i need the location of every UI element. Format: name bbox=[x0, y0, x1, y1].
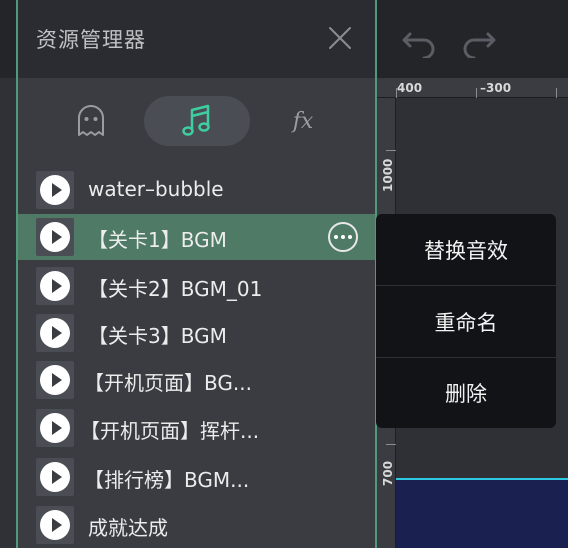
ruler-tick bbox=[556, 88, 557, 98]
resource-tabs: fx bbox=[18, 96, 375, 148]
list-item[interactable]: 【开机页面】BG... bbox=[18, 357, 375, 403]
sound-name: 【关卡3】BGM bbox=[88, 324, 227, 348]
list-item[interactable]: 成就达成 bbox=[18, 502, 375, 548]
dot bbox=[334, 235, 338, 239]
menu-item-delete[interactable]: 删除 bbox=[376, 357, 556, 428]
play-icon bbox=[51, 518, 62, 532]
list-item[interactable]: water–bubble bbox=[18, 167, 375, 213]
sound-context-menu: 替换音效 重命名 删除 bbox=[376, 214, 556, 428]
ruler-label: 400 bbox=[397, 81, 423, 95]
dot bbox=[341, 235, 345, 239]
more-options-button[interactable] bbox=[328, 222, 358, 252]
close-icon[interactable] bbox=[326, 24, 354, 52]
play-button[interactable] bbox=[36, 409, 74, 447]
play-icon bbox=[51, 470, 62, 484]
ruler-tick bbox=[386, 150, 396, 151]
play-button[interactable] bbox=[36, 506, 74, 544]
ruler-tick bbox=[396, 88, 397, 98]
ruler-tick bbox=[386, 444, 396, 445]
play-button[interactable] bbox=[36, 171, 74, 209]
play-icon bbox=[51, 421, 62, 435]
resource-explorer-panel: 资源管理器 fx water–bubble 【关卡1】BGM 【关卡2】BGM_… bbox=[16, 0, 377, 548]
ruler-label: 700 bbox=[381, 460, 395, 486]
list-item[interactable]: 【关卡1】BGM bbox=[18, 214, 375, 260]
play-button[interactable] bbox=[36, 267, 74, 305]
play-button[interactable] bbox=[36, 314, 74, 352]
stage-background bbox=[396, 478, 568, 548]
list-item[interactable]: 【排行榜】BGM... bbox=[18, 454, 375, 500]
panel-title: 资源管理器 bbox=[36, 28, 146, 52]
ghost-icon bbox=[78, 105, 104, 136]
list-item[interactable]: 【开机页面】挥杆... bbox=[18, 405, 375, 451]
play-icon bbox=[51, 230, 62, 244]
menu-item-rename[interactable]: 重命名 bbox=[376, 286, 556, 357]
sound-name: 【关卡1】BGM bbox=[88, 228, 227, 252]
tab-effects[interactable]: fx bbox=[250, 96, 356, 146]
music-note-icon bbox=[182, 104, 210, 136]
panel-header: 资源管理器 bbox=[18, 0, 375, 78]
play-button[interactable] bbox=[36, 361, 74, 399]
sound-name: 【排行榜】BGM... bbox=[84, 468, 250, 492]
list-item[interactable]: 【关卡2】BGM_01 bbox=[18, 263, 375, 309]
menu-item-replace-sound[interactable]: 替换音效 bbox=[376, 214, 556, 285]
sound-name: 【开机页面】挥杆... bbox=[80, 419, 260, 443]
play-button[interactable] bbox=[36, 458, 74, 496]
ruler-tick bbox=[476, 88, 477, 98]
sound-name: water–bubble bbox=[88, 177, 224, 201]
dot bbox=[348, 235, 352, 239]
play-button[interactable] bbox=[36, 218, 74, 256]
ruler-label: 1000 bbox=[381, 158, 395, 192]
redo-icon[interactable] bbox=[460, 20, 498, 58]
list-item[interactable]: 【关卡3】BGM bbox=[18, 310, 375, 356]
play-icon bbox=[51, 183, 62, 197]
sound-name: 【关卡2】BGM_01 bbox=[88, 277, 263, 301]
play-icon bbox=[51, 326, 62, 340]
tab-sounds[interactable] bbox=[144, 96, 250, 146]
play-icon bbox=[51, 373, 62, 387]
sound-name: 成就达成 bbox=[88, 516, 168, 540]
tab-sprites[interactable] bbox=[38, 96, 144, 146]
ruler-label: –300 bbox=[480, 81, 512, 95]
sound-name: 【开机页面】BG... bbox=[84, 371, 252, 395]
fx-icon: fx bbox=[292, 108, 314, 134]
play-icon bbox=[51, 279, 62, 293]
undo-icon[interactable] bbox=[400, 20, 438, 58]
